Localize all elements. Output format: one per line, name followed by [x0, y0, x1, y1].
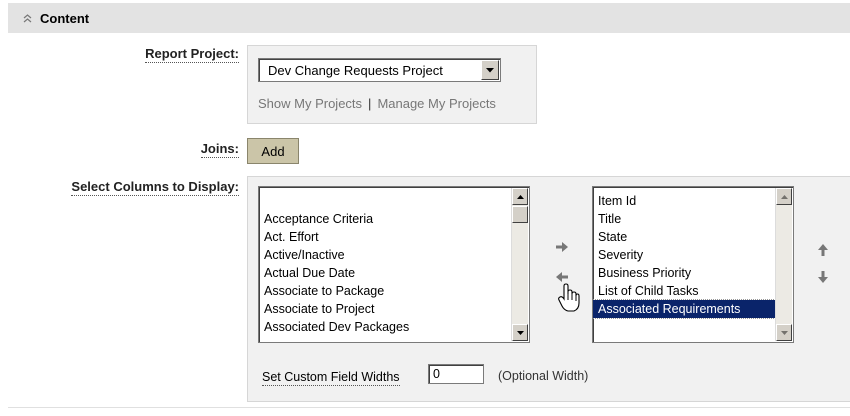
- available-columns-list[interactable]: Acceptance Criteria Act. Effort Active/I…: [258, 186, 530, 343]
- custom-width-input[interactable]: [428, 364, 484, 384]
- available-column-item[interactable]: Associate to Project: [259, 300, 511, 318]
- chevron-double-up-icon[interactable]: [20, 11, 34, 25]
- arrow-down-icon[interactable]: [816, 270, 830, 284]
- show-my-projects-link[interactable]: Show My Projects: [258, 96, 362, 111]
- hand-cursor-icon: [558, 283, 580, 316]
- arrow-right-icon[interactable]: [555, 240, 569, 254]
- joins-label: Joins:: [200, 141, 239, 158]
- report-project-panel: [247, 45, 537, 124]
- manage-my-projects-link[interactable]: Manage My Projects: [377, 96, 496, 111]
- optional-width-hint: (Optional Width): [498, 369, 589, 383]
- link-separator: |: [368, 96, 372, 111]
- available-column-item[interactable]: Act. Effort: [259, 228, 511, 246]
- scroll-down-icon[interactable]: [512, 324, 528, 341]
- scrollbar-thumb[interactable]: [512, 206, 528, 223]
- selected-column-item[interactable]: State: [593, 228, 775, 246]
- selected-columns-list[interactable]: Item Id Title State Severity Business Pr…: [592, 186, 794, 343]
- selected-column-item[interactable]: Business Priority: [593, 264, 775, 282]
- available-column-item[interactable]: Associated Dev Packages: [259, 318, 511, 336]
- selected-items-container: Item Id Title State Severity Business Pr…: [593, 192, 776, 319]
- selected-column-item[interactable]: Item Id: [593, 192, 775, 210]
- section-divider: [8, 407, 850, 408]
- add-join-button[interactable]: Add: [247, 138, 299, 164]
- section-title: Content: [40, 10, 90, 26]
- selected-column-item[interactable]: Severity: [593, 246, 775, 264]
- scroll-up-icon[interactable]: [776, 188, 792, 205]
- select-columns-label: Select Columns to Display:: [71, 179, 239, 196]
- dropdown-arrow-icon[interactable]: [481, 60, 499, 80]
- report-project-label: Report Project:: [145, 46, 239, 63]
- selected-column-item[interactable]: List of Child Tasks: [593, 282, 775, 300]
- report-project-selected-value: Dev Change Requests Project: [268, 62, 443, 78]
- report-project-select[interactable]: Dev Change Requests Project: [258, 58, 501, 82]
- selected-scrollbar[interactable]: [775, 188, 792, 341]
- available-column-item[interactable]: Associate to Package: [259, 282, 511, 300]
- available-column-item[interactable]: Acceptance Criteria: [259, 210, 511, 228]
- arrow-left-icon[interactable]: [555, 270, 569, 284]
- scroll-down-icon[interactable]: [776, 324, 792, 341]
- available-column-item[interactable]: Actual Due Date: [259, 264, 511, 282]
- section-header: Content: [8, 3, 850, 33]
- custom-field-widths-label: Set Custom Field Widths: [262, 370, 400, 386]
- available-items-container: Acceptance Criteria Act. Effort Active/I…: [259, 210, 511, 336]
- available-column-item[interactable]: Active/Inactive: [259, 246, 511, 264]
- project-links: Show My Projects | Manage My Projects: [258, 96, 496, 111]
- scroll-up-icon[interactable]: [512, 188, 528, 205]
- available-scrollbar[interactable]: [511, 188, 528, 341]
- selected-column-item-highlighted[interactable]: Associated Requirements: [593, 299, 776, 319]
- selected-column-item[interactable]: Title: [593, 210, 775, 228]
- arrow-up-icon[interactable]: [816, 243, 830, 257]
